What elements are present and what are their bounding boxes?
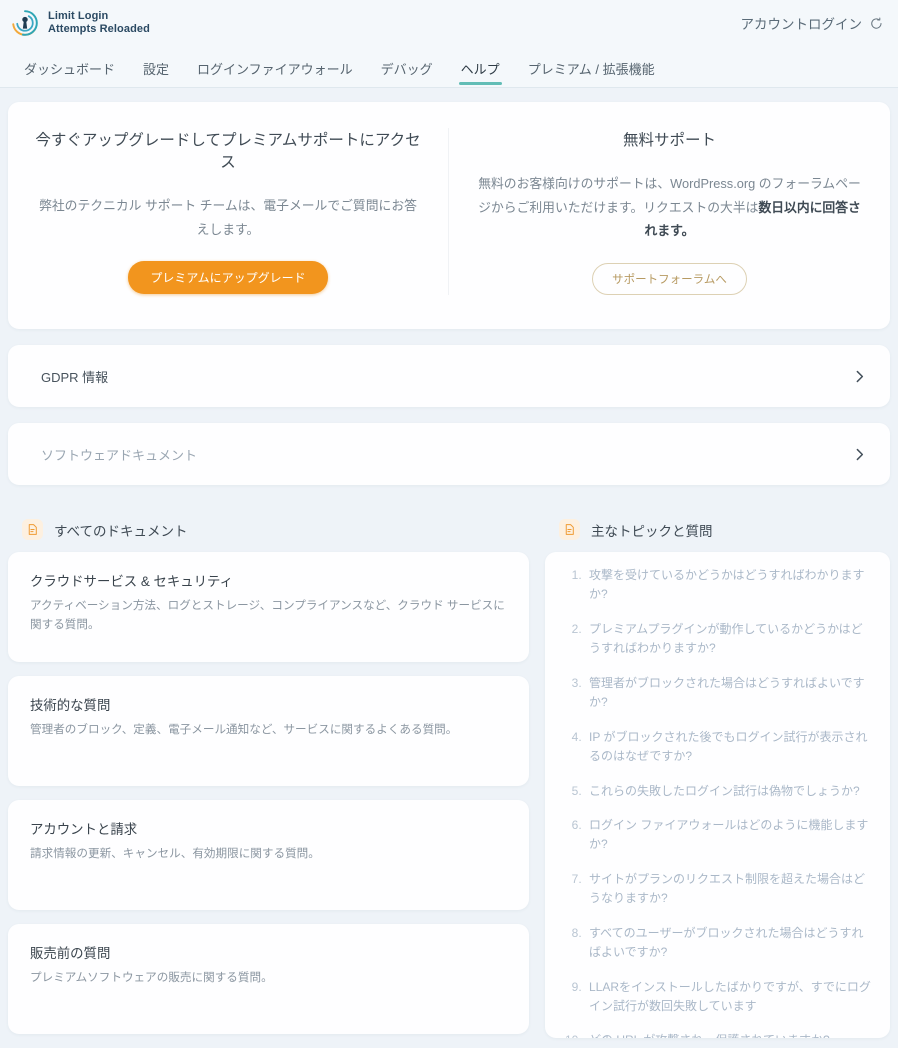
faq-card: 攻撃を受けているかどうかはどうすればわかりますか? プレミアムプラグインが動作し… — [545, 552, 890, 1039]
page-content: 今すぐアップグレードしてプレミアムサポートにアクセス 弊社のテクニカル サポート… — [0, 88, 898, 1048]
document-card[interactable]: 技術的な質問 管理者のブロック、定義、電子メール通知など、サービスに関するよくあ… — [8, 676, 529, 787]
faq-link[interactable]: LLARをインストールしたばかりですが、すでにログイン試行が数回失敗しています — [589, 978, 874, 1017]
account-login-label: アカウントログイン — [740, 17, 863, 32]
document-card-title: 販売前の質問 — [30, 946, 111, 962]
faq-section: 主なトピックと質問 攻撃を受けているかどうかはどうすればわかりますか? プレミア… — [545, 519, 890, 1048]
section-title: すべてのドキュメント — [54, 523, 188, 539]
document-card[interactable]: アカウントと請求 請求情報の更新、キャンセル、有効期限に関する質問。 — [8, 800, 529, 911]
brand: Limit Login Attempts Reloaded — [10, 8, 150, 38]
nav-label: ヘルプ — [460, 62, 500, 77]
document-card-title: クラウドサービス & セキュリティ — [30, 574, 234, 590]
document-card-desc: 請求情報の更新、キャンセル、有効期限に関する質問。 — [30, 847, 320, 861]
nav-label: 設定 — [143, 62, 170, 77]
brand-line-1: Limit Login — [48, 9, 109, 22]
document-card[interactable]: 販売前の質問 プレミアムソフトウェアの販売に関する質問。 — [8, 924, 529, 1035]
shield-lock-logo-icon — [10, 8, 40, 38]
list-item: LLARをインストールしたばかりですが、すでにログイン試行が数回失敗しています — [585, 978, 874, 1017]
nav-item-help[interactable]: ヘルプ — [447, 63, 514, 88]
main-nav: ダッシュボード 設定 ログインファイアウォール デバッグ ヘルプ プレミアム /… — [0, 46, 898, 88]
faq-link[interactable]: 攻撃を受けているかどうかはどうすればわかりますか? — [589, 566, 874, 605]
nav-label: ログインファイアウォール — [197, 62, 353, 77]
accordion-row-software-docs[interactable]: ソフトウェアドキュメント — [8, 423, 890, 486]
free-support-body: 無料のお客様向けのサポートは、WordPress.org のフォーラムページから… — [475, 172, 864, 243]
all-documents-header: すべてのドキュメント — [8, 519, 529, 552]
faq-header: 主なトピックと質問 — [545, 519, 890, 552]
faq-link[interactable]: IP がブロックされた後でもログイン試行が表示されるのはなぜですか? — [589, 728, 874, 767]
list-item: すべてのユーザーがブロックされた場合はどうすればよいですか? — [585, 924, 874, 963]
nav-item-login-firewall[interactable]: ログインファイアウォール — [183, 63, 367, 88]
list-item: ログイン ファイアウォールはどのように機能しますか? — [585, 816, 874, 855]
accordion-label: GDPR 情報 — [41, 369, 109, 385]
faq-link[interactable]: プレミアムプラグインが動作しているかどうかはどうすればわかりますか? — [589, 620, 874, 659]
list-item: プレミアムプラグインが動作しているかどうかはどうすればわかりますか? — [585, 620, 874, 659]
document-card[interactable]: クラウドサービス & セキュリティ アクティベーション方法、ログとストレージ、コ… — [8, 552, 529, 663]
document-card-desc: 管理者のブロック、定義、電子メール通知など、サービスに関するよくある質問。 — [30, 723, 458, 737]
section-title: 主なトピックと質問 — [591, 523, 713, 539]
list-item: サイトがプランのリクエスト制限を超えた場合はどうなりますか? — [585, 870, 874, 909]
list-item: どの URL が攻撃され、保護されていますか? — [585, 1031, 874, 1038]
faq-link[interactable]: すべてのユーザーがブロックされた場合はどうすればよいですか? — [589, 924, 874, 963]
top-bar: Limit Login Attempts Reloaded アカウントログイン — [0, 0, 898, 46]
document-card-desc: アクティベーション方法、ログとストレージ、コンプライアンスなど、クラウド サービ… — [30, 599, 505, 631]
free-support-column: 無料サポート 無料のお客様向けのサポートは、WordPress.org のフォー… — [449, 128, 890, 296]
document-card-desc: プレミアムソフトウェアの販売に関する質問。 — [30, 971, 273, 985]
nav-label: プレミアム / 拡張機能 — [527, 62, 655, 77]
nav-item-dashboard[interactable]: ダッシュボード — [10, 63, 129, 88]
free-support-title: 無料サポート — [622, 132, 716, 149]
accordion-row-gdpr[interactable]: GDPR 情報 — [8, 345, 890, 408]
faq-link[interactable]: これらの失敗したログイン試行は偽物でしょうか? — [589, 782, 874, 801]
faq-list: 攻撃を受けているかどうかはどうすればわかりますか? プレミアムプラグインが動作し… — [553, 566, 874, 1038]
faq-link[interactable]: 管理者がブロックされた場合はどうすればよいですか? — [589, 674, 874, 713]
chevron-right-icon — [851, 368, 868, 385]
all-documents-section: すべてのドキュメント クラウドサービス & セキュリティ アクティベーション方法… — [8, 519, 529, 1048]
support-panel: 今すぐアップグレードしてプレミアムサポートにアクセス 弊社のテクニカル サポート… — [8, 102, 890, 330]
upgrade-to-premium-button[interactable]: プレミアムにアップグレード — [128, 261, 328, 295]
list-item: IP がブロックされた後でもログイン試行が表示されるのはなぜですか? — [585, 728, 874, 767]
document-card-title: 技術的な質問 — [30, 698, 111, 714]
premium-support-title: 今すぐアップグレードしてプレミアムサポートにアクセス — [35, 132, 421, 171]
document-icon — [559, 519, 580, 541]
account-login-link[interactable]: アカウントログイン — [741, 13, 885, 33]
faq-link[interactable]: サイトがプランのリクエスト制限を超えた場合はどうなりますか? — [589, 870, 874, 909]
faq-link[interactable]: ログイン ファイアウォールはどのように機能しますか? — [589, 816, 874, 855]
support-forum-button[interactable]: サポートフォーラムへ — [592, 263, 747, 296]
external-link-icon — [869, 16, 884, 31]
nav-item-settings[interactable]: 設定 — [129, 63, 183, 88]
accordion-label: ソフトウェアドキュメント — [41, 447, 198, 463]
list-item: これらの失敗したログイン試行は偽物でしょうか? — [585, 782, 874, 801]
chevron-right-icon — [851, 446, 868, 463]
lower-sections: すべてのドキュメント クラウドサービス & セキュリティ アクティベーション方法… — [8, 501, 890, 1048]
brand-title: Limit Login Attempts Reloaded — [48, 10, 150, 37]
list-item: 管理者がブロックされた場合はどうすればよいですか? — [585, 674, 874, 713]
nav-item-debug[interactable]: デバッグ — [367, 63, 447, 88]
nav-label: デバッグ — [380, 62, 433, 77]
list-item: 攻撃を受けているかどうかはどうすればわかりますか? — [585, 566, 874, 605]
document-icon — [22, 519, 43, 541]
brand-line-2: Attempts Reloaded — [48, 23, 150, 35]
document-card-title: アカウントと請求 — [30, 822, 138, 838]
premium-support-column: 今すぐアップグレードしてプレミアムサポートにアクセス 弊社のテクニカル サポート… — [8, 128, 449, 296]
faq-link[interactable]: どの URL が攻撃され、保護されていますか? — [589, 1031, 874, 1038]
nav-item-premium[interactable]: プレミアム / 拡張機能 — [514, 63, 669, 88]
premium-support-body: 弊社のテクニカル サポート チームは、電子メールでご質問にお答えします。 — [39, 198, 417, 237]
nav-label: ダッシュボード — [24, 62, 116, 77]
